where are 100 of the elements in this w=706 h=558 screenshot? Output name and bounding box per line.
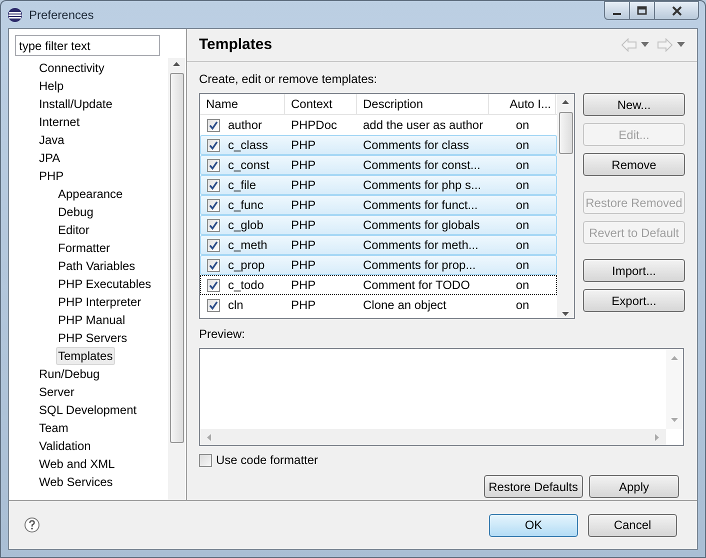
tree-item[interactable]: Path Variables — [56, 257, 138, 275]
tree-item[interactable]: Internet — [37, 113, 82, 131]
table-cell-text: on — [516, 177, 530, 194]
dropdown-caret-icon[interactable] — [641, 42, 649, 48]
tree-item[interactable]: Appearance — [56, 185, 125, 203]
page-button[interactable]: Restore Defaults — [484, 475, 583, 498]
table-cell-text: PHP — [291, 137, 316, 154]
minimize-button[interactable] — [604, 1, 630, 20]
table-cell-text: c_prop — [228, 257, 265, 274]
scroll-down-icon[interactable] — [561, 310, 570, 318]
column-header[interactable]: Context — [285, 94, 357, 114]
checkbox[interactable] — [207, 298, 220, 312]
page-button[interactable]: Apply — [589, 475, 679, 498]
tree-item[interactable]: Server — [37, 383, 76, 401]
checkbox[interactable] — [207, 258, 220, 272]
table-cell-text: on — [516, 137, 530, 154]
help-icon[interactable] — [24, 517, 40, 533]
table-cell-text: on — [516, 117, 530, 134]
preview-label: Preview: — [199, 326, 246, 343]
dropdown-caret-icon[interactable] — [677, 42, 685, 48]
column-header[interactable]: Description — [357, 94, 489, 114]
tree-item[interactable]: Editor — [56, 221, 92, 239]
dialog-button[interactable]: Cancel — [588, 514, 677, 536]
table-cell-text: Comments for meth... — [363, 237, 478, 254]
table-cell-text: PHP — [291, 297, 316, 314]
tree-item[interactable]: Templates — [56, 347, 115, 365]
action-button[interactable]: Import... — [583, 259, 685, 282]
close-icon — [670, 6, 682, 16]
table-cell-text: c_const — [228, 157, 270, 174]
column-header[interactable]: Auto I... — [489, 94, 556, 114]
table-cell-text: PHPDoc — [291, 117, 338, 134]
tree-item[interactable]: Formatter — [56, 239, 112, 257]
checkbox[interactable] — [207, 158, 220, 172]
scrollbar[interactable] — [168, 58, 185, 500]
checkbox[interactable] — [207, 238, 220, 252]
table-cell-text: Comments for globals — [363, 217, 480, 234]
checkbox-label[interactable]: Use code formatter — [216, 451, 318, 469]
table-row[interactable]: c_func PHP Comments for funct... on — [200, 195, 557, 215]
scroll-up-icon[interactable] — [561, 98, 570, 106]
tree-item[interactable]: PHP Executables — [56, 275, 154, 293]
action-button[interactable]: Export... — [583, 289, 685, 312]
checkbox[interactable] — [207, 138, 220, 152]
table-cell-text: PHP — [291, 257, 316, 274]
table-cell-text: c_class — [228, 137, 268, 154]
table-cell-text: c_func — [228, 197, 264, 214]
table-row[interactable]: c_meth PHP Comments for meth... on — [200, 235, 557, 255]
table-row[interactable]: c_todo PHP Comment for TODO on — [200, 275, 557, 295]
close-button[interactable] — [655, 1, 699, 20]
table-row[interactable]: c_class PHP Comments for class on — [200, 135, 557, 155]
table-row[interactable]: c_const PHP Comments for const... on — [200, 155, 557, 175]
table-cell-text: author — [228, 117, 262, 134]
checkbox[interactable] — [207, 118, 220, 132]
tree-item[interactable]: Team — [37, 419, 70, 437]
tree-item[interactable]: Validation — [37, 437, 93, 455]
tree-item[interactable]: JPA — [37, 149, 62, 167]
column-header[interactable]: Name — [200, 94, 285, 114]
action-button[interactable]: New... — [583, 93, 685, 116]
scroll-thumb[interactable] — [558, 112, 572, 154]
table-cell-text: PHP — [291, 277, 316, 294]
table-cell-text: PHP — [291, 157, 316, 174]
tree-item[interactable]: Install/Update — [37, 95, 114, 113]
tree-item[interactable]: PHP Manual — [56, 311, 128, 329]
maximize-button[interactable] — [630, 1, 655, 20]
table-cell-text: on — [516, 197, 530, 214]
tree-item[interactable]: PHP — [37, 167, 66, 185]
scroll-thumb[interactable] — [170, 73, 184, 443]
tree-item[interactable]: Run/Debug — [37, 365, 102, 383]
scrollbar[interactable] — [557, 94, 574, 318]
table-row[interactable]: cln PHP Clone an object on — [200, 295, 557, 315]
tree-item[interactable]: SQL Development — [37, 401, 139, 419]
table-cell-text: on — [516, 277, 530, 294]
table-cell-text: Comment for TODO — [363, 277, 470, 294]
dialog-button[interactable]: OK — [489, 514, 578, 536]
action-button[interactable]: Remove — [583, 153, 685, 176]
tree-item[interactable]: PHP Interpreter — [56, 293, 144, 311]
checkbox[interactable] — [207, 178, 220, 192]
checkbox[interactable] — [207, 218, 220, 232]
tree-item[interactable]: PHP Servers — [56, 329, 130, 347]
app-logo-icon — [7, 6, 23, 22]
table-row[interactable]: c_file PHP Comments for php s... on — [200, 175, 557, 195]
table-row[interactable]: c_glob PHP Comments for globals on — [200, 215, 557, 235]
tree-item[interactable]: Connectivity — [37, 59, 106, 77]
table-row[interactable]: author PHPDoc add the user as author on — [200, 115, 557, 135]
checkbox[interactable] — [199, 454, 212, 466]
table-cell-text: Comments for class — [363, 137, 470, 154]
tree-item[interactable]: Java — [37, 131, 66, 149]
table-cell-text: PHP — [291, 237, 316, 254]
table-cell-text: c_todo — [228, 277, 264, 294]
tree-item[interactable]: Debug — [56, 203, 96, 221]
checkbox[interactable] — [207, 278, 220, 292]
tree-item[interactable]: Web Services — [37, 473, 115, 491]
tree-item[interactable]: Help — [37, 77, 66, 95]
window-title: Preferences — [29, 6, 94, 24]
tree-item[interactable]: Web and XML — [37, 455, 117, 473]
checkbox[interactable] — [207, 198, 220, 212]
table-cell-text: Comments for const... — [363, 157, 480, 174]
table-cell-text: Comments for funct... — [363, 197, 478, 214]
table-row[interactable]: c_prop PHP Comments for prop... on — [200, 255, 557, 275]
filter-field[interactable]: type filter text — [15, 35, 160, 56]
table-cell-text: PHP — [291, 217, 316, 234]
